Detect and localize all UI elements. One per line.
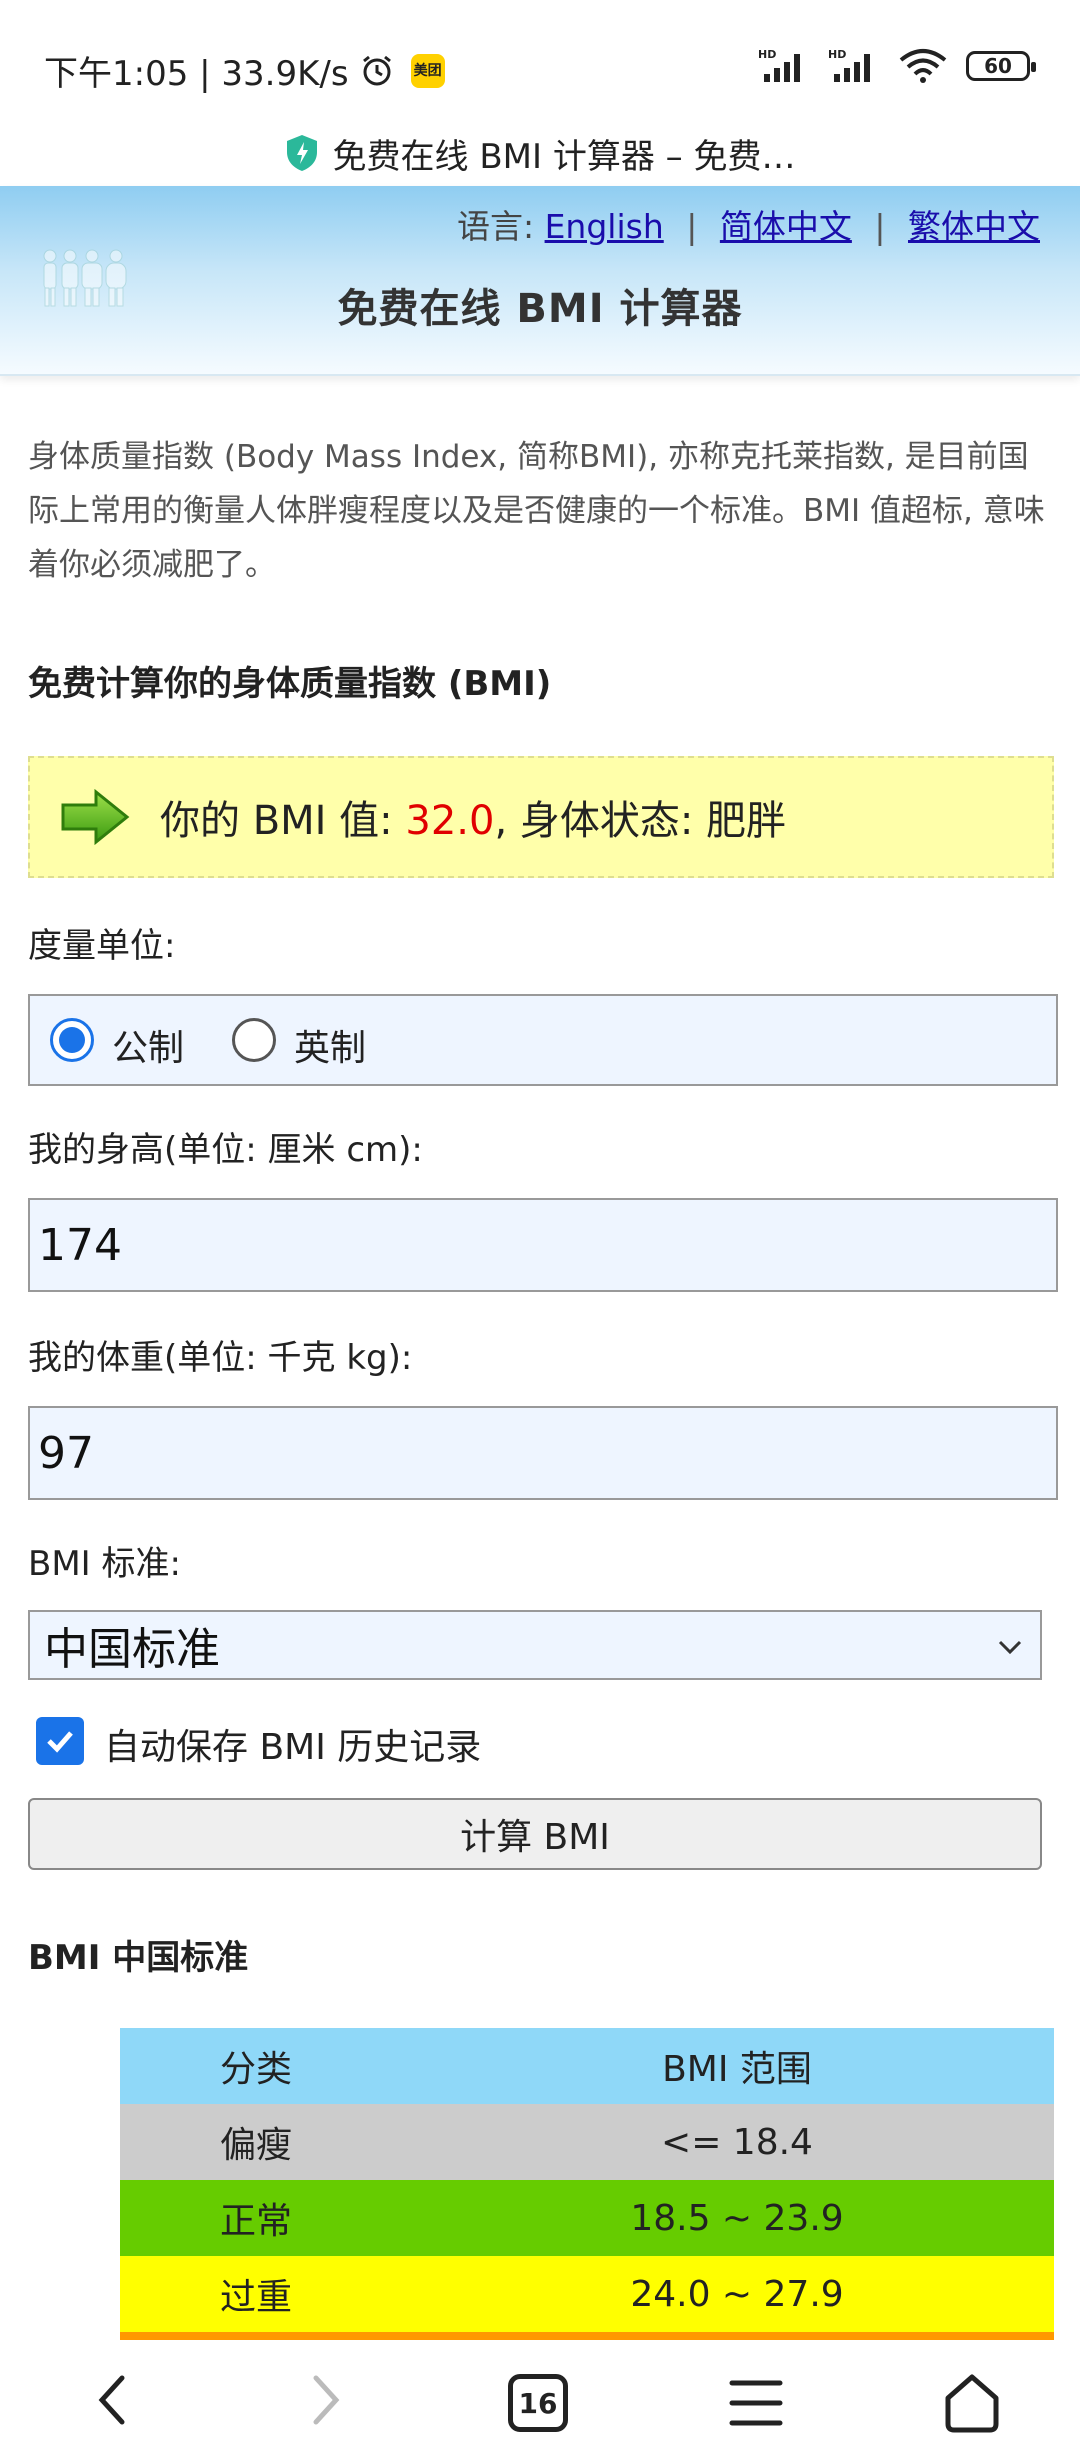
table-header-range: BMI 范围 [662,2049,812,2090]
unit-label: 度量单位: [28,926,176,966]
unit-imperial-radio[interactable] [232,1018,277,1062]
bmi-standard-table: 分类 BMI 范围 偏瘦 <= 18.4 正常 18.5 ~ 23.9 过重 2… [120,2028,1054,2344]
alarm-icon [362,55,391,85]
signal-icon-2: HD [828,48,870,82]
autosave-label[interactable]: 自动保存 BMI 历史记录 [104,1718,481,1770]
back-icon[interactable] [92,2370,132,2430]
forward-icon[interactable] [306,2370,346,2430]
table-cell-range: 18.5 ~ 23.9 [630,2197,844,2239]
lang-separator: | [874,207,886,246]
calculator-heading: 免费计算你的身体质量指数 (BMI) [28,664,552,704]
unit-metric-label[interactable]: 公制 [112,1019,184,1071]
check-icon [47,1731,73,1753]
weight-label: 我的体重(单位: 千克 kg): [28,1338,413,1378]
lang-link-english[interactable]: English [545,207,664,246]
standard-select[interactable]: 中国标准 [28,1610,1042,1680]
site-header: 语言: English | 简体中文 | 繁体中文 免费在线 BMI 计算器 [0,186,1080,376]
lang-link-simplified-chinese[interactable]: 简体中文 [720,207,852,246]
status-left: 下午1:05 | 33.9K/s 美团 [44,46,445,95]
tabs-count-button[interactable]: 16 [508,2374,568,2432]
browser-nav-bar: 16 [0,2340,1080,2460]
menu-icon[interactable] [728,2378,784,2428]
lang-link-traditional-chinese[interactable]: 繁体中文 [908,207,1040,246]
status-bar: 下午1:05 | 33.9K/s 美团 HD HD 60 [0,0,1080,118]
lang-separator: | [686,207,698,246]
status-time-speed: 下午1:05 | 33.9K/s [44,54,349,94]
url-bar[interactable]: 免费在线 BMI 计算器 – 免费… [0,118,1080,188]
svg-text:HD: HD [758,48,776,61]
autosave-checkbox[interactable] [36,1717,84,1765]
unit-metric-radio[interactable] [50,1018,94,1062]
intro-paragraph: 身体质量指数 (Body Mass Index, 简称BMI), 亦称克托莱指数… [28,439,1045,583]
height-label: 我的身高(单位: 厘米 cm): [28,1130,423,1170]
bmi-result-prefix: 你的 BMI 值: [160,798,406,844]
height-input[interactable]: 174 [28,1198,1058,1292]
table-cell-category: 正常 [220,2201,293,2242]
weight-input[interactable]: 97 [28,1406,1058,1500]
status-right: HD HD 60 [758,48,1036,84]
table-cell-category: 偏瘦 [220,2125,293,2166]
table-cell-range: 24.0 ~ 27.9 [630,2273,844,2315]
standard-label: BMI 标准: [28,1544,181,1584]
language-label: 语言: [456,207,535,246]
signal-icon: HD [758,48,800,82]
table-row: 偏瘦 <= 18.4 [120,2104,1054,2180]
table-cell-range: <= 18.4 [661,2121,813,2163]
bmi-value: 32.0 [405,798,495,844]
home-icon[interactable] [940,2372,1004,2434]
svg-text:HD: HD [828,48,846,61]
arrow-right-icon [61,789,130,845]
table-row: 正常 18.5 ~ 23.9 [120,2180,1054,2256]
bmi-status: , 身体状态: 肥胖 [494,798,787,844]
table-cell-category: 过重 [220,2277,293,2318]
unit-imperial-label[interactable]: 英制 [294,1019,366,1071]
table-header-row: 分类 BMI 范围 [120,2028,1054,2104]
table-row: 过重 24.0 ~ 27.9 [120,2256,1054,2332]
site-title: 免费在线 BMI 计算器 [337,286,743,332]
table-header-category: 分类 [220,2049,293,2090]
chevron-down-icon [998,1640,1022,1655]
bmi-result-text: 你的 BMI 值: 32.0, 身体状态: 肥胖 [160,788,786,846]
wifi-icon [899,49,947,83]
bmi-result-box: 你的 BMI 值: 32.0, 身体状态: 肥胖 [28,756,1054,878]
language-switcher: 语言: English | 简体中文 | 繁体中文 [457,200,1040,248]
unit-radio-group: 公制 英制 [28,994,1058,1086]
page-title-tab: 免费在线 BMI 计算器 – 免费… [332,136,796,177]
battery-icon: 60 [966,51,1036,81]
calculate-button[interactable]: 计算 BMI [28,1798,1042,1870]
standard-table-heading: BMI 中国标准 [28,1938,249,1978]
autosave-row: 自动保存 BMI 历史记录 [36,1712,481,1770]
shield-icon [286,135,317,171]
standard-select-value: 中国标准 [44,1624,220,1675]
meituan-icon: 美团 [410,53,445,88]
